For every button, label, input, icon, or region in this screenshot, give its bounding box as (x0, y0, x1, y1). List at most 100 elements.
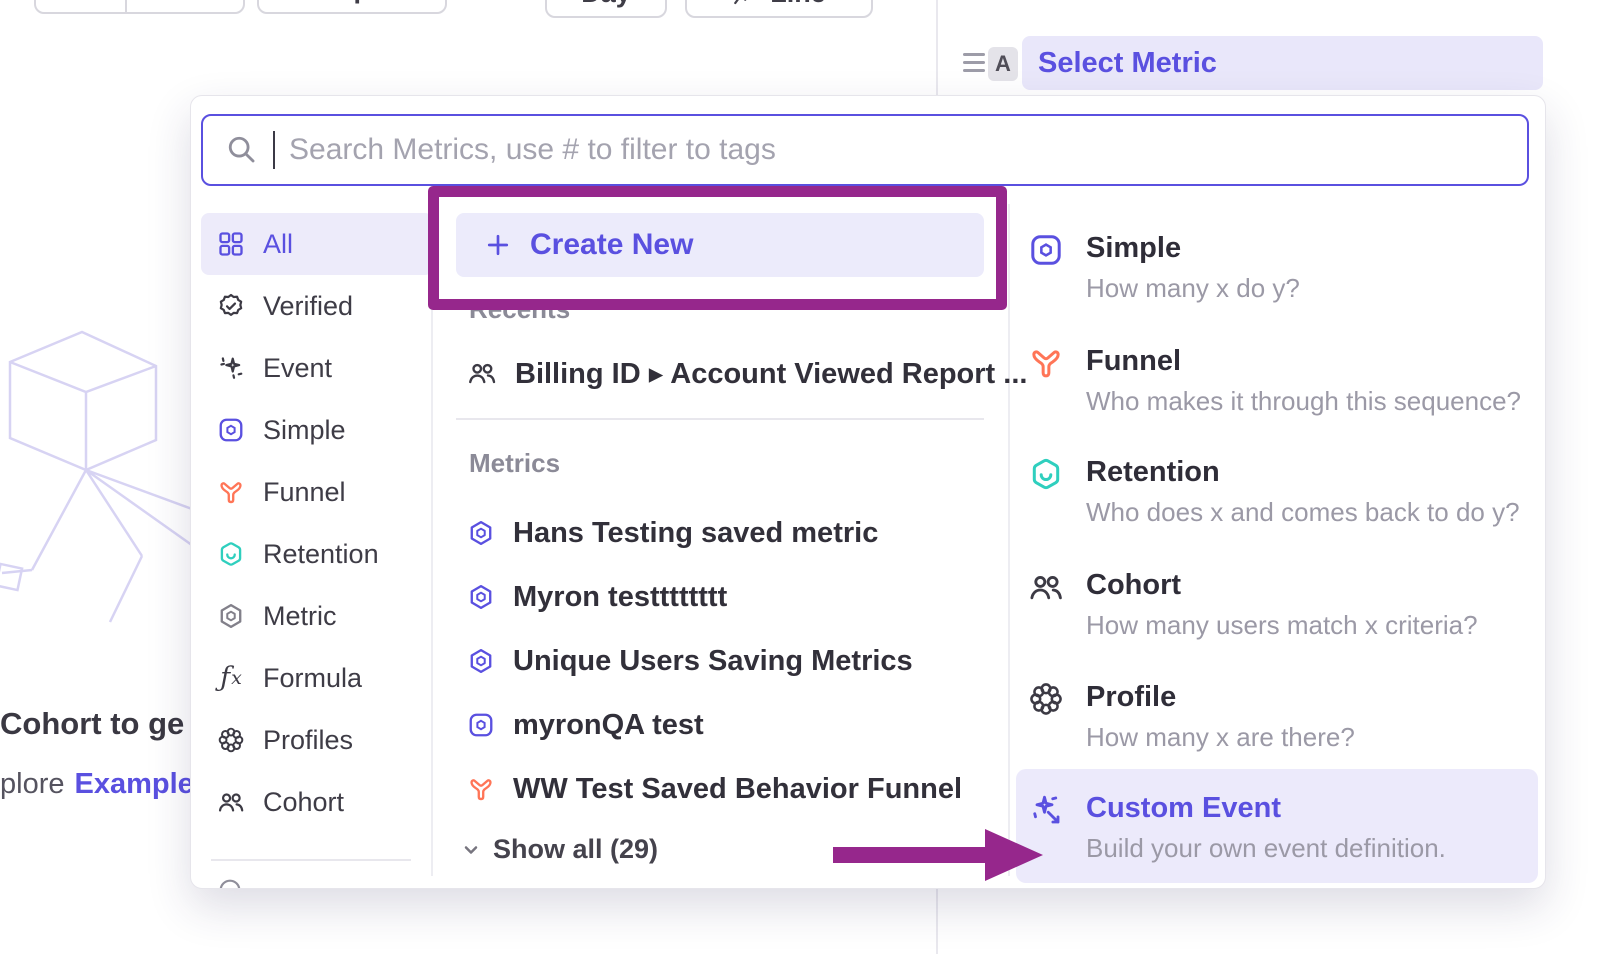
metric-type-title: Retention (1086, 454, 1520, 490)
cohort-people-icon (467, 358, 497, 388)
metric-type-description: Who makes it through this sequence? (1086, 383, 1521, 419)
example-link[interactable]: Example (75, 768, 194, 800)
metric-type-description: How many x are there? (1086, 719, 1355, 755)
profiles-flower-icon (1028, 679, 1064, 755)
search-input[interactable] (289, 133, 1505, 167)
simple-metric-icon (467, 711, 495, 739)
range-ytd-button[interactable]: YTD (125, 0, 243, 12)
cohort-people-icon (217, 788, 245, 816)
background-heading-fragment: Cohort to ge (0, 706, 184, 742)
metric-type-custom-event[interactable]: Custom Event Build your own event defini… (1016, 769, 1538, 883)
category-list-divider (211, 859, 411, 861)
category-verified[interactable]: Verified (201, 275, 433, 337)
metric-type-simple[interactable]: Simple How many x do y? (1016, 230, 1538, 306)
metric-hexagon-icon (217, 602, 245, 630)
show-all-toggle[interactable]: Show all (29) (461, 834, 658, 865)
search-icon (225, 133, 259, 167)
compare-button[interactable]: Compare (257, 0, 447, 14)
simple-metric-icon (217, 416, 245, 444)
section-divider (456, 418, 984, 420)
category-cohort[interactable]: Cohort (201, 771, 433, 833)
metric-list-item[interactable]: Myron testttttttt (467, 569, 727, 625)
text-cursor (273, 131, 275, 169)
day-granularity-button[interactable]: Day (545, 0, 667, 18)
funnel-icon (217, 478, 245, 506)
category-label: Retention (263, 539, 379, 570)
metric-item-label: Hans Testing saved metric (513, 517, 878, 550)
profiles-flower-icon (217, 726, 245, 754)
category-formula[interactable]: ƒx Formula (201, 647, 433, 709)
metric-type-text: Simple How many x do y? (1086, 230, 1300, 306)
create-new-button[interactable]: Create New (456, 213, 984, 277)
category-label: Metric (263, 601, 337, 632)
metric-type-text: Cohort How many users match x criteria? (1086, 567, 1478, 643)
category-label: All (263, 229, 293, 260)
metric-list-item[interactable]: Unique Users Saving Metrics (467, 633, 913, 689)
recent-item-label: Billing ID ▸ Account Viewed Report ... (515, 356, 1027, 391)
retention-icon (217, 540, 245, 568)
metric-type-text: Funnel Who makes it through this sequenc… (1086, 343, 1521, 419)
chevron-down-icon (207, 0, 225, 5)
category-label: Cohort (263, 787, 344, 818)
page: Cohort to ge plore Example 12M YTD Compar… (0, 0, 1616, 954)
category-all[interactable]: All (201, 213, 433, 275)
create-new-label: Create New (530, 228, 693, 262)
funnel-icon (1028, 343, 1064, 419)
background-text: plore (0, 768, 65, 800)
metric-item-label: Unique Users Saving Metrics (513, 645, 913, 678)
types-column-divider (1008, 204, 1010, 876)
metric-item-label: WW Test Saved Behavior Funnel (513, 773, 962, 806)
metric-type-text: Custom Event Build your own event defini… (1086, 790, 1446, 883)
metric-type-text: Profile How many x are there? (1086, 679, 1355, 755)
line-label: Line (770, 0, 826, 9)
verified-badge-icon (217, 292, 245, 320)
metric-list-item[interactable]: WW Test Saved Behavior Funnel (467, 761, 962, 817)
metric-type-title: Profile (1086, 679, 1355, 715)
category-label: Verified (263, 291, 353, 322)
query-step-badge: A (988, 47, 1018, 81)
metric-item-label: myronQA test (513, 709, 704, 742)
metric-type-cohort[interactable]: Cohort How many users match x criteria? (1016, 567, 1538, 643)
custom-event-sparkle-icon (1028, 790, 1064, 883)
line-chart-icon (732, 0, 758, 9)
drag-handle-icon[interactable] (963, 53, 985, 77)
cohort-people-icon (1028, 567, 1064, 643)
metric-type-description: How many users match x criteria? (1086, 607, 1478, 643)
recent-item[interactable]: Billing ID ▸ Account Viewed Report ... (467, 345, 1027, 401)
metric-list-item[interactable]: myronQA test (467, 697, 704, 753)
range-12m-button[interactable]: 12M (36, 0, 125, 12)
metric-type-profile[interactable]: Profile How many x are there? (1016, 679, 1538, 755)
grid-icon (217, 230, 245, 258)
metric-type-funnel[interactable]: Funnel Who makes it through this sequenc… (1016, 343, 1538, 419)
background-text-fragment: plore Example (0, 768, 194, 801)
saved-metric-hexagon-icon (467, 583, 495, 611)
metric-item-label: Myron testttttttt (513, 581, 727, 614)
metrics-heading: Metrics (469, 448, 560, 479)
category-retention[interactable]: Retention (201, 523, 433, 585)
metric-list-item[interactable]: Hans Testing saved metric (467, 505, 878, 561)
category-funnel[interactable]: Funnel (201, 461, 433, 523)
metric-picker-dropdown: All Verified Event Simple Funnel Retenti… (190, 95, 1546, 889)
date-range-segmented-control: 12M YTD (34, 0, 245, 14)
metric-type-text: Retention Who does x and comes back to d… (1086, 454, 1520, 530)
clipped-category-icon (217, 877, 243, 889)
metric-type-title: Custom Event (1086, 790, 1446, 826)
line-chart-type-button[interactable]: Line (685, 0, 873, 18)
category-label: Event (263, 353, 332, 384)
simple-metric-icon (1028, 230, 1064, 306)
category-label: Funnel (263, 477, 346, 508)
funnel-icon (467, 775, 495, 803)
metric-type-title: Funnel (1086, 343, 1521, 379)
metric-type-retention[interactable]: Retention Who does x and comes back to d… (1016, 454, 1538, 530)
category-label: Simple (263, 415, 346, 446)
metric-type-description: Build your own event definition. (1086, 830, 1446, 866)
category-profiles[interactable]: Profiles (201, 709, 433, 771)
formula-fx-icon: ƒx (217, 664, 245, 692)
category-simple[interactable]: Simple (201, 399, 433, 461)
category-metric[interactable]: Metric (201, 585, 433, 647)
search-box[interactable] (201, 114, 1529, 186)
chevron-down-icon (461, 840, 481, 860)
category-event[interactable]: Event (201, 337, 433, 399)
category-label: Formula (263, 663, 362, 694)
select-metric-field[interactable]: Select Metric (1022, 36, 1543, 90)
